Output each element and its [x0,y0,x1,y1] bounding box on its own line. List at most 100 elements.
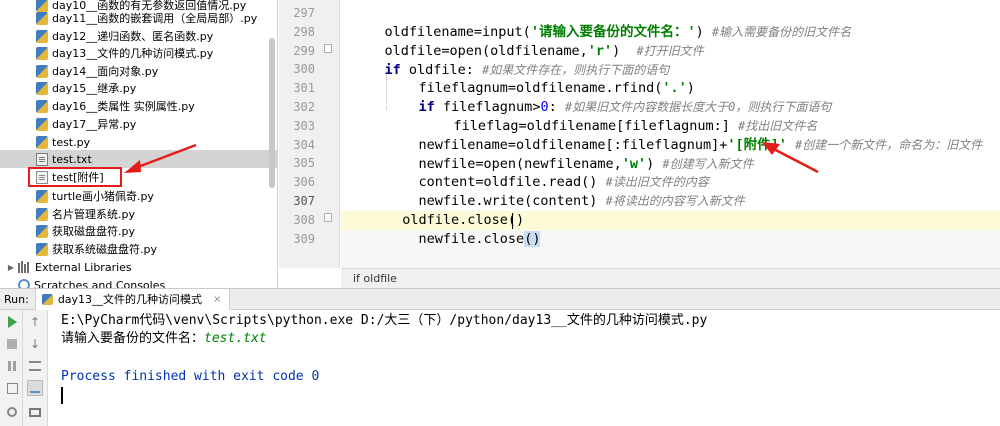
python-file-icon [36,29,48,43]
line-number: 308 [293,212,315,227]
line-number: 302 [293,100,315,114]
tree-item-day16[interactable]: day16__类属性 实例属性.py [0,97,277,115]
pause-button[interactable] [4,358,20,374]
tree-item-label: Scratches and Consoles [34,278,166,289]
rerun-button[interactable] [4,314,20,330]
code-line-307: oldfile.close() [386,192,524,228]
run-toolbar-secondary: ↑ ↓ [23,310,48,426]
printer-icon [29,407,41,417]
code-line-301: if fileflagnum>0: #如果旧文件内容数据长度大于0，则执行下面语… [418,99,832,116]
line-number: 309 [293,231,315,246]
console-prompt: 请输入要备份的文件名： [61,331,205,346]
line-number: 301 [293,81,315,96]
tree-item-external-libraries[interactable]: ▶ External Libraries [0,258,277,276]
tree-item-scratches[interactable]: Scratches and Consoles [0,276,277,289]
tree-item-day17[interactable]: day17__异常.py [0,115,277,133]
python-file-icon [36,189,48,203]
tree-item-label: 获取磁盘盘符.py [52,225,135,238]
tree-item-test-py[interactable]: test.py [0,133,277,151]
arrow-down-icon: ↓ [29,337,41,351]
tree-scrollbar[interactable] [268,0,276,288]
gear-icon [7,407,17,417]
tree-item-system-disk[interactable]: 获取系统磁盘盘符.py [0,240,277,258]
python-file-icon [36,81,48,95]
tree-item-day12[interactable]: day12__递归函数、匿名函数.py [0,27,277,45]
line-number: 298 [293,24,315,39]
code-line-305: content=oldfile.read() #读出旧文件的内容 [418,174,709,191]
play-icon [7,316,17,328]
python-file-icon [36,224,48,238]
line-number: 297 [293,6,315,20]
python-file-icon [36,64,48,78]
settings-button[interactable] [4,404,20,420]
stop-icon [7,339,17,349]
tree-item-turtle[interactable]: turtle画小猪佩奇.py [0,187,277,205]
tree-item-disk[interactable]: 获取磁盘盘符.py [0,222,277,240]
code-line-308: newfile.close() [418,230,541,247]
editor-breadcrumb[interactable]: if oldfile [341,268,1000,288]
run-console[interactable]: E:\PyCharm代码\venv\Scripts\python.exe D:/… [49,310,1000,426]
console-command-line: E:\PyCharm代码\venv\Scripts\python.exe D:/… [61,313,708,328]
tree-item-label: day13__文件的几种访问模式.py [52,47,214,60]
tree-item-label: External Libraries [35,260,132,274]
console-exit-line: Process finished with exit code 0 [61,369,320,384]
scroll-up-button[interactable]: ↑ [27,314,43,330]
chevron-right-icon[interactable]: ▶ [6,263,16,272]
fold-marker-icon[interactable] [324,43,332,53]
project-tree: day10__函数的有无参数返回值情况.py day11__函数的嵌套调用（全局… [0,0,278,288]
line-number: 304 [293,137,315,152]
code-line-303: newfilename=oldfilename[:fileflagnum]+'[… [418,136,983,153]
editor-gutter: 297 298 299 300 301 302 303 304 305 306 … [279,0,340,268]
dump-threads-button[interactable] [4,380,20,396]
soft-wrap-button[interactable] [27,358,43,374]
code-line-304: newfile=open(newfilename,'w') #创建写入新文件 [418,155,754,172]
code-line-300: fileflagnum=oldfilename.rfind('.') [418,80,695,97]
scroll-end-icon [30,383,40,393]
text-file-icon [36,152,48,166]
python-file-icon [41,293,53,305]
python-file-icon [36,99,48,113]
arrow-up-icon: ↑ [29,315,41,329]
fold-marker-icon[interactable] [324,212,332,222]
code-editor[interactable]: oldfilename=input('请输入要备份的文件名：') #输入需要备份… [341,0,1000,268]
tree-item-card-system[interactable]: 名片管理系统.py [0,205,277,223]
run-toolbar-primary [0,310,23,426]
tree-item-day13[interactable]: day13__文件的几种访问模式.py [0,44,277,62]
console-prompt-line: 请输入要备份的文件名：test.txt [61,330,267,348]
console-caret [61,387,63,404]
print-button[interactable] [27,404,43,420]
tree-item-day14[interactable]: day14__面向对象.py [0,62,277,80]
scroll-down-button[interactable]: ↓ [27,336,43,352]
pause-icon [8,361,16,371]
camera-icon [6,382,18,394]
stop-button[interactable] [4,336,20,352]
tree-item-label: test.py [52,135,91,149]
code-line-299: if oldfile: #如果文件存在，则执行下面的语句 [384,61,670,78]
python-file-icon [36,242,48,256]
python-file-icon [36,117,48,131]
wrap-icon [29,361,41,371]
line-number: 299 [293,43,315,58]
scroll-to-end-button[interactable] [27,380,43,396]
console-user-input: test.txt [204,331,267,346]
tree-item-label: day16__类属性 实例属性.py [52,100,195,113]
text-caret [512,212,513,229]
tree-item-label: day14__面向对象.py [52,65,159,78]
line-number: 303 [293,118,315,133]
run-tab[interactable]: day13__文件的几种访问模式 × [34,288,231,310]
tree-item-day11[interactable]: day11__函数的嵌套调用（全局局部）.py [0,9,277,27]
close-icon[interactable]: × [213,294,221,305]
python-file-icon [36,135,48,149]
code-line-302: fileflag=oldfilename[fileflagnum:] #找出旧文… [453,118,818,134]
tree-item-label: test.txt [52,152,92,166]
python-file-icon [36,46,48,60]
line-number: 305 [293,156,315,171]
run-panel-header: Run: day13__文件的几种访问模式 × [0,288,1000,310]
code-line-306: newfile.write(content) #将读出的内容写入新文件 [418,193,745,210]
tree-item-day15[interactable]: day15__继承.py [0,79,277,97]
scratches-icon [18,279,30,288]
tree-item-label: turtle画小猪佩奇.py [52,190,154,203]
tree-item-test-txt[interactable]: test.txt [0,150,277,168]
scrollbar-thumb[interactable] [269,38,275,188]
line-number-current: 307 [293,194,315,208]
